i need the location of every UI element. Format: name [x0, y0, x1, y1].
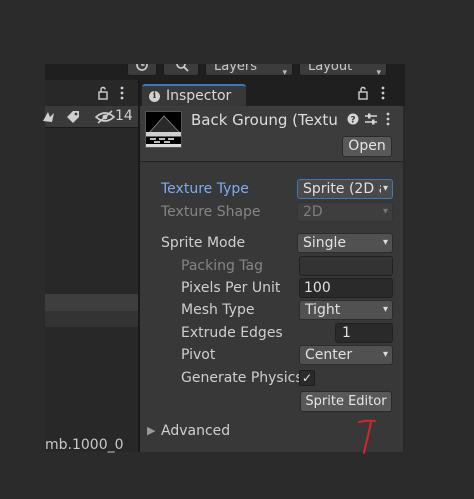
layers-label: Layers [214, 64, 258, 74]
texture-type-label: Texture Type [161, 181, 249, 197]
texture-shape-label: Texture Shape [161, 204, 261, 220]
sprite-mode-dropdown[interactable]: Single ▾ [297, 233, 393, 253]
chevron-down-icon: ▾ [382, 304, 388, 315]
extrude-edges-value: 1 [342, 325, 351, 341]
tab-inspector-label: Inspector [166, 88, 232, 104]
pivot-label: Pivot [181, 347, 216, 363]
tab-inspector[interactable]: i Inspector [142, 84, 246, 108]
mesh-type-label: Mesh Type [181, 302, 255, 318]
history-icon [136, 64, 148, 71]
tag-icon[interactable] [65, 109, 81, 125]
chevron-down-icon: ▾ [282, 68, 287, 78]
texture-type-value: Sprite (2D a [303, 181, 388, 197]
kebab-menu-icon[interactable] [380, 86, 386, 100]
texture-thumbnail [145, 111, 182, 148]
texture-shape-dropdown: 2D ▾ [297, 202, 393, 222]
svg-text:?: ? [350, 116, 355, 126]
eye-hidden-icon[interactable] [95, 109, 115, 125]
lock-icon[interactable] [97, 86, 109, 100]
triangle-right-icon: ▶ [147, 424, 156, 437]
hierarchy-row-highlight[interactable] [45, 294, 138, 312]
layers-dropdown[interactable]: Layers ▾ [205, 64, 293, 78]
preset-icon[interactable] [364, 112, 378, 126]
sprite-mode-label: Sprite Mode [161, 235, 246, 251]
search-icon [176, 64, 189, 72]
info-icon: i [149, 91, 160, 102]
extrude-edges-field[interactable]: 1 [335, 323, 393, 343]
kebab-menu-icon[interactable] [385, 112, 391, 126]
red-arrow-annotation [358, 419, 376, 454]
texture-type-dropdown[interactable]: Sprite (2D a ▾ [297, 179, 393, 199]
texture-shape-value: 2D [303, 204, 323, 220]
hidden-count: 14 [115, 108, 133, 124]
layout-label: Layout [308, 64, 353, 74]
open-button[interactable]: Open [342, 136, 392, 157]
history-button[interactable] [127, 64, 157, 76]
kebab-menu-icon[interactable] [119, 86, 125, 100]
sprite-mode-value: Single [303, 235, 347, 251]
asset-title: Back Groung (Texture [191, 111, 339, 129]
chevron-down-icon: ▾ [382, 237, 388, 248]
chevron-down-icon: ▾ [380, 180, 388, 198]
generate-physics-label: Generate Physics [181, 370, 303, 386]
hierarchy-header: 14 [43, 106, 138, 128]
help-icon[interactable]: ? [347, 113, 359, 125]
advanced-label: Advanced [161, 423, 231, 439]
packing-tag-label: Packing Tag [181, 258, 263, 274]
lock-icon[interactable] [357, 86, 369, 100]
hierarchy-row[interactable] [45, 311, 138, 327]
hierarchy-item-label[interactable]: mb.1000_0 [45, 437, 124, 453]
chevron-down-icon: ▾ [382, 349, 388, 360]
pixels-per-unit-value: 100 [304, 280, 331, 296]
generate-physics-checkbox[interactable]: ✓ [299, 370, 315, 386]
texture-preview-icon [146, 112, 181, 147]
check-icon: ✓ [301, 371, 313, 385]
pivot-value: Center [305, 347, 353, 363]
pixels-per-unit-field[interactable]: 100 [299, 278, 393, 298]
scene-visibility-icon[interactable] [41, 109, 57, 125]
packing-tag-field [299, 256, 393, 276]
pivot-dropdown[interactable]: Center ▾ [299, 345, 393, 365]
layout-dropdown[interactable]: Layout ▾ [299, 64, 387, 78]
extrude-edges-label: Extrude Edges [181, 325, 283, 341]
toolbar: Layers ▾ Layout ▾ [45, 64, 405, 80]
sprite-editor-button[interactable]: Sprite Editor [300, 391, 392, 412]
hierarchy-panel [45, 80, 138, 452]
chevron-down-icon: ▾ [376, 68, 381, 78]
pixels-per-unit-label: Pixels Per Unit [181, 280, 281, 296]
mesh-type-value: Tight [305, 302, 341, 318]
mesh-type-dropdown[interactable]: Tight ▾ [299, 300, 393, 320]
search-button[interactable] [163, 64, 199, 76]
chevron-down-icon: ▾ [382, 206, 388, 217]
advanced-foldout[interactable]: ▶ Advanced [147, 423, 267, 441]
